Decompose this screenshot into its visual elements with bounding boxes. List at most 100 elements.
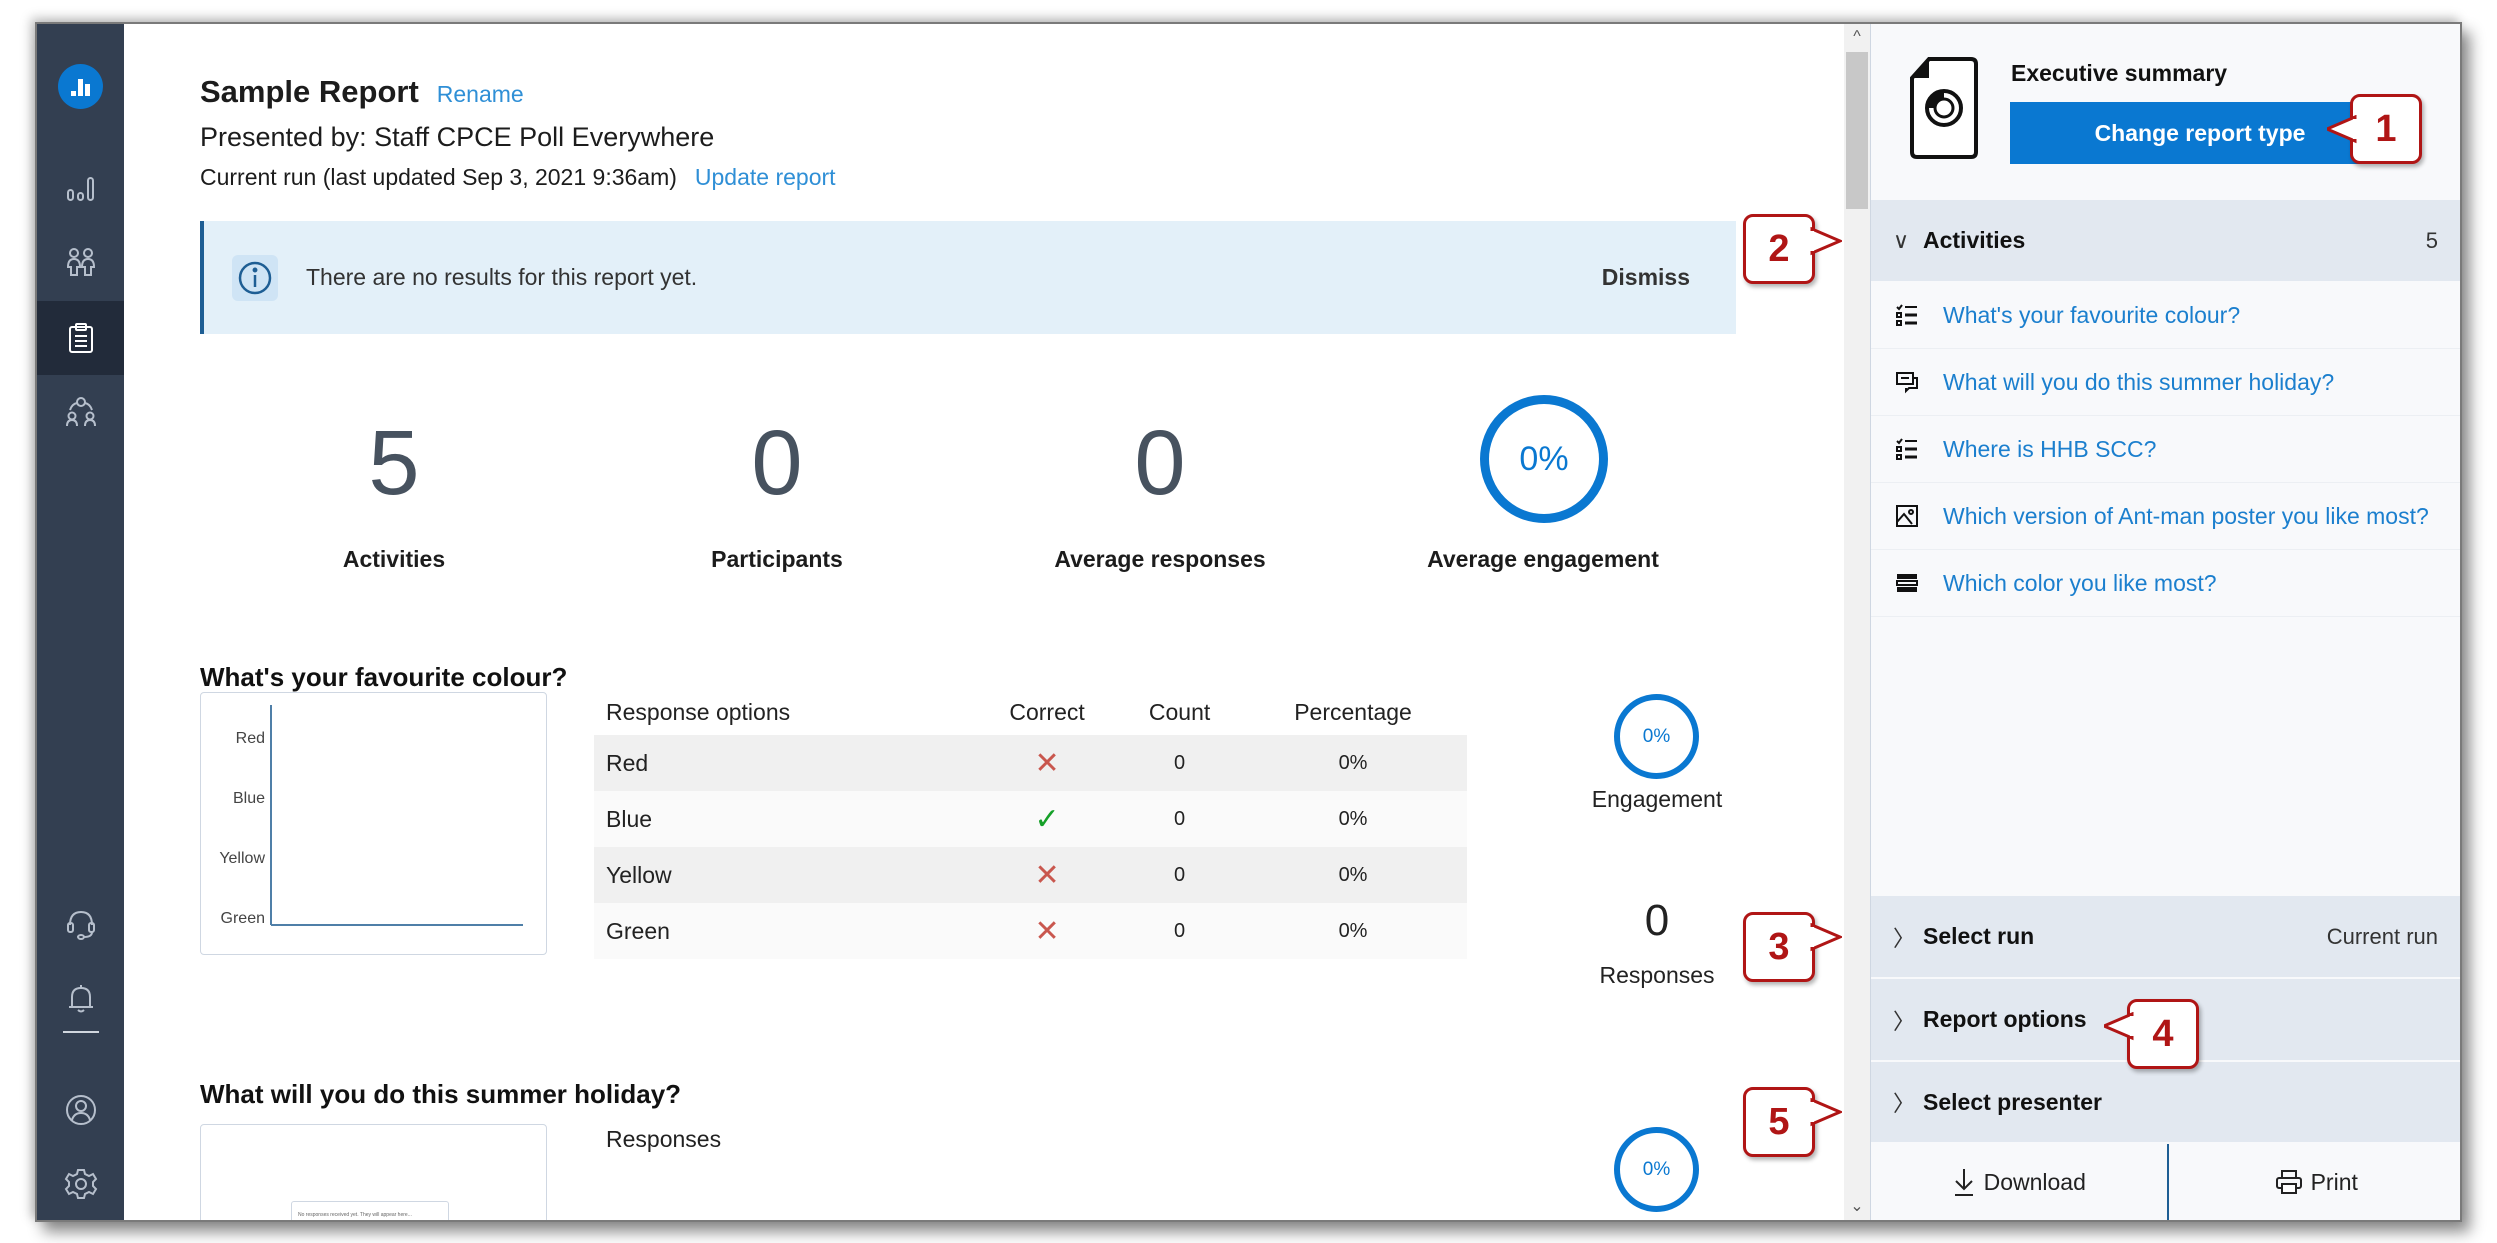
rename-link[interactable]: Rename bbox=[437, 81, 524, 108]
scroll-up-icon[interactable]: ^ bbox=[1844, 24, 1870, 50]
chevron-down-icon: ∨ bbox=[1893, 227, 1910, 253]
y-tick-label: Blue bbox=[233, 790, 265, 807]
engagement-label: Engagement bbox=[1591, 786, 1723, 812]
activity-list-item[interactable]: What's your favourite colour? bbox=[1871, 282, 2460, 349]
correct-cell: ✓ bbox=[974, 791, 1121, 847]
activities-count: 5 bbox=[2425, 227, 2438, 253]
y-tick-label: Yellow bbox=[219, 850, 265, 867]
question-preview: No responses received yet. They will app… bbox=[200, 1124, 547, 1220]
stat-value: 0 bbox=[1134, 412, 1186, 514]
nav-participants[interactable] bbox=[37, 225, 124, 299]
option-cell: Blue bbox=[594, 791, 975, 847]
print-label: Print bbox=[2310, 1168, 2358, 1195]
nav-settings[interactable] bbox=[37, 1147, 124, 1220]
question-chart: Red Blue Yellow Green bbox=[200, 692, 547, 955]
callout-number: 1 bbox=[2375, 107, 2397, 150]
engagement-value: 0% bbox=[1642, 1158, 1671, 1180]
accordion-label: Activities bbox=[1923, 227, 2026, 253]
nav-support[interactable] bbox=[37, 887, 124, 961]
download-icon bbox=[1954, 1169, 1973, 1196]
count-cell: 0 bbox=[1120, 735, 1240, 791]
table-row: Yellow ✕ 0 0% bbox=[594, 847, 1467, 903]
chevron-right-icon: 〉 bbox=[1893, 925, 1916, 951]
checkmark-icon: ✓ bbox=[1034, 802, 1060, 836]
info-icon bbox=[232, 255, 278, 301]
groups-icon bbox=[65, 397, 96, 427]
stat-average-engagement: 0% Average engagement bbox=[1393, 395, 1693, 573]
callout-4: 4 bbox=[2104, 999, 2199, 1069]
scroll-down-icon[interactable]: ⌄ bbox=[1844, 1194, 1870, 1220]
x-icon: ✕ bbox=[1034, 914, 1060, 948]
activity-list-item[interactable]: Which color you like most? bbox=[1871, 550, 2460, 617]
scroll-thumb[interactable] bbox=[1846, 52, 1868, 209]
stat-activities: 5 Activities bbox=[244, 402, 544, 573]
accordion-label: Select presenter bbox=[1923, 1088, 2102, 1115]
activity-link[interactable]: Where is HHB SCC? bbox=[1943, 436, 2156, 463]
stat-label: Average engagement bbox=[1427, 546, 1659, 572]
ranking-icon bbox=[1871, 571, 1943, 595]
activity-link[interactable]: What's your favourite colour? bbox=[1943, 302, 2240, 329]
app-window: Sample Report Rename Presented by: Staff… bbox=[35, 22, 2462, 1222]
question-title: What's your favourite colour? bbox=[200, 662, 568, 692]
chevron-right-icon: 〉 bbox=[1893, 1091, 1916, 1116]
activity-link[interactable]: Which color you like most? bbox=[1943, 570, 2217, 597]
activity-list-item[interactable]: What will you do this summer holiday? bbox=[1871, 349, 2460, 416]
correct-cell: ✕ bbox=[974, 735, 1121, 791]
count-cell: 0 bbox=[1120, 791, 1240, 847]
nav-divider bbox=[63, 1031, 99, 1033]
question-title: What will you do this summer holiday? bbox=[200, 1079, 682, 1109]
callout-1: 1 bbox=[2327, 94, 2422, 164]
activity-list-item[interactable]: Which version of Ant-man poster you like… bbox=[1871, 483, 2460, 550]
report-main: Sample Report Rename Presented by: Staff… bbox=[124, 24, 1844, 1220]
dismiss-button[interactable]: Dismiss bbox=[1602, 264, 1690, 291]
nav-activities[interactable] bbox=[37, 152, 124, 226]
activity-list-item[interactable]: Where is HHB SCC? bbox=[1871, 416, 2460, 483]
open-ended-icon bbox=[1871, 370, 1943, 394]
activities-accordion[interactable]: ∨ Activities 5 bbox=[1871, 200, 2460, 281]
print-button[interactable]: Print bbox=[2169, 1144, 2461, 1220]
chevron-right-icon: 〉 bbox=[1893, 1008, 1916, 1034]
x-icon: ✕ bbox=[1034, 746, 1060, 780]
main-scrollbar[interactable]: ^ ⌄ bbox=[1844, 24, 1870, 1220]
responses-count: 0 bbox=[1644, 896, 1670, 945]
percentage-cell: 0% bbox=[1239, 847, 1467, 903]
update-report-link[interactable]: Update report bbox=[695, 164, 836, 191]
activity-link[interactable]: What will you do this summer holiday? bbox=[1943, 369, 2334, 396]
left-nav bbox=[37, 24, 124, 1220]
engagement-value: 0% bbox=[1642, 725, 1671, 747]
nav-groups[interactable] bbox=[37, 375, 124, 449]
select-run-accordion[interactable]: 〉 Select run Current run bbox=[1871, 896, 2460, 977]
participants-icon bbox=[66, 248, 95, 276]
callout-number: 5 bbox=[1768, 1100, 1790, 1143]
profile-icon bbox=[65, 1095, 96, 1125]
stat-label: Average responses bbox=[1054, 546, 1266, 572]
engagement-ring: 0% bbox=[1614, 694, 1699, 779]
correct-cell: ✕ bbox=[974, 903, 1121, 959]
download-label: Download bbox=[1983, 1168, 2086, 1195]
no-results-banner: There are no results for this report yet… bbox=[200, 221, 1736, 334]
settings-gear-icon bbox=[64, 1169, 97, 1199]
poll-everywhere-logo-icon[interactable] bbox=[58, 64, 103, 109]
response-table: Response options Correct Count Percentag… bbox=[594, 689, 1467, 959]
download-button[interactable]: Download bbox=[1871, 1144, 2167, 1220]
callout-3: 3 bbox=[1743, 912, 1842, 982]
callout-2: 2 bbox=[1743, 214, 1842, 284]
nav-reports[interactable] bbox=[37, 301, 124, 375]
col-header: Count bbox=[1148, 698, 1211, 725]
nav-notifications[interactable] bbox=[37, 961, 124, 1035]
notifications-bell-icon bbox=[68, 985, 93, 1013]
option-cell: Red bbox=[594, 735, 975, 791]
y-tick-label: Green bbox=[221, 910, 265, 927]
option-cell: Yellow bbox=[594, 847, 975, 903]
callout-5: 5 bbox=[1743, 1087, 1842, 1157]
multiple-choice-icon bbox=[1871, 303, 1943, 327]
run-status: Current run (last updated Sep 3, 2021 9:… bbox=[200, 164, 677, 190]
count-cell: 0 bbox=[1120, 847, 1240, 903]
stat-label: Participants bbox=[711, 546, 843, 572]
select-presenter-accordion[interactable]: 〉 Select presenter bbox=[1871, 1062, 2460, 1142]
nav-profile[interactable] bbox=[37, 1073, 124, 1147]
percentage-cell: 0% bbox=[1239, 735, 1467, 791]
responses-label: Responses bbox=[1599, 962, 1715, 988]
table-row: Blue ✓ 0 0% bbox=[594, 791, 1467, 847]
activity-link[interactable]: Which version of Ant-man poster you like… bbox=[1943, 503, 2429, 530]
